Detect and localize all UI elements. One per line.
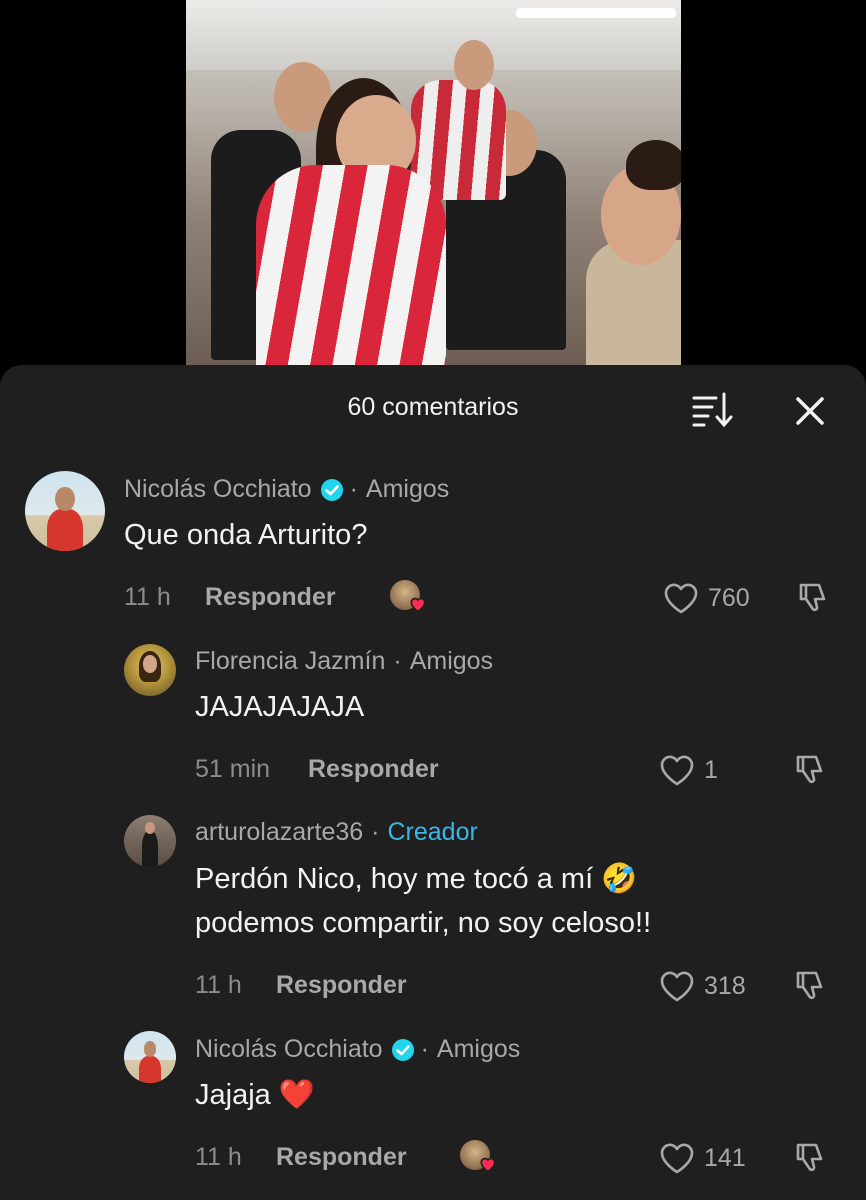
avatar-body: [47, 509, 83, 551]
avatar-face: [144, 822, 156, 834]
verified-badge-icon: [391, 1038, 415, 1062]
avatar-body: [141, 830, 159, 867]
comment-text-line: podemos compartir, no soy celoso!!: [195, 907, 652, 939]
comment-role: Amigos: [365, 475, 450, 503]
comment-role: Amigos: [436, 1035, 521, 1063]
separator-dot: ·: [393, 647, 402, 675]
comment-header: Nicolás Occhiato · Amigos: [124, 475, 449, 504]
close-icon[interactable]: [790, 391, 830, 431]
video-frame[interactable]: [186, 0, 681, 366]
separator-dot: ·: [349, 475, 358, 503]
reply-button[interactable]: Responder: [276, 971, 407, 1000]
like-button[interactable]: 141: [658, 1141, 746, 1175]
avatar-face: [55, 487, 75, 511]
like-button[interactable]: 760: [662, 581, 750, 615]
avatar-body: [138, 1055, 162, 1083]
like-count: 318: [704, 971, 746, 1000]
heart-outline-icon: [664, 583, 698, 614]
comment-header: Nicolás Occhiato · Amigos: [195, 1035, 520, 1064]
comment-header: Florencia Jazmín · Amigos: [195, 647, 493, 676]
separator-dot: ·: [420, 1035, 429, 1063]
comment-time: 11 h: [195, 1143, 242, 1171]
avatar[interactable]: [25, 471, 105, 551]
dislike-icon[interactable]: [792, 968, 828, 1004]
like-count: 141: [704, 1143, 746, 1172]
avatar[interactable]: [124, 1031, 176, 1083]
reply-button[interactable]: Responder: [205, 583, 336, 612]
heart-filled-icon: [410, 597, 426, 613]
creator-role: Creador: [387, 818, 478, 846]
comment-text: Jajaja ❤️: [195, 1079, 315, 1111]
dislike-icon[interactable]: [795, 580, 831, 616]
avatar[interactable]: [124, 815, 176, 867]
like-button[interactable]: 318: [658, 969, 746, 1003]
avatar-face: [143, 1041, 157, 1057]
comment-role: Amigos: [409, 647, 494, 675]
creator-liked-indicator: [390, 580, 426, 614]
comment-author[interactable]: Nicolás Occhiato: [195, 1035, 383, 1064]
comment-time: 51 min: [195, 755, 271, 783]
comments-sheet: 60 comentarios Nicolás Occhiato · Amigos…: [0, 365, 866, 1200]
comment-text-line: Perdón Nico, hoy me tocó a mí 🤣: [195, 863, 638, 895]
comment-author[interactable]: Florencia Jazmín: [195, 647, 385, 676]
dislike-icon[interactable]: [792, 752, 828, 788]
avatar[interactable]: [124, 644, 176, 696]
like-count: 760: [708, 583, 750, 612]
separator-dot: ·: [371, 818, 380, 846]
comment-time: 11 h: [124, 583, 171, 611]
dislike-icon[interactable]: [792, 1140, 828, 1176]
verified-badge-icon: [320, 478, 344, 502]
creator-liked-indicator: [460, 1140, 496, 1174]
heart-outline-icon: [660, 755, 694, 786]
comment-text: JAJAJAJAJA: [195, 691, 365, 723]
comment-text: Que onda Arturito?: [124, 519, 368, 551]
like-button[interactable]: 1: [658, 753, 718, 787]
heart-outline-icon: [660, 1143, 694, 1174]
comment-author[interactable]: Nicolás Occhiato: [124, 475, 312, 504]
comment-header: arturolazarte36 · Creador: [195, 818, 478, 847]
heart-filled-icon: [480, 1157, 496, 1173]
video-jersey: [256, 165, 446, 366]
comment-author[interactable]: arturolazarte36: [195, 818, 363, 847]
reply-button[interactable]: Responder: [276, 1143, 407, 1172]
video-light: [516, 8, 676, 18]
video-person-head-back: [454, 40, 494, 90]
reply-button[interactable]: Responder: [308, 755, 439, 784]
like-count: 1: [704, 755, 718, 784]
sort-icon[interactable]: [690, 390, 734, 430]
comments-count-title: 60 comentarios: [347, 393, 519, 421]
heart-outline-icon: [660, 971, 694, 1002]
comment-time: 11 h: [195, 971, 242, 999]
video-right-hair: [626, 140, 681, 190]
